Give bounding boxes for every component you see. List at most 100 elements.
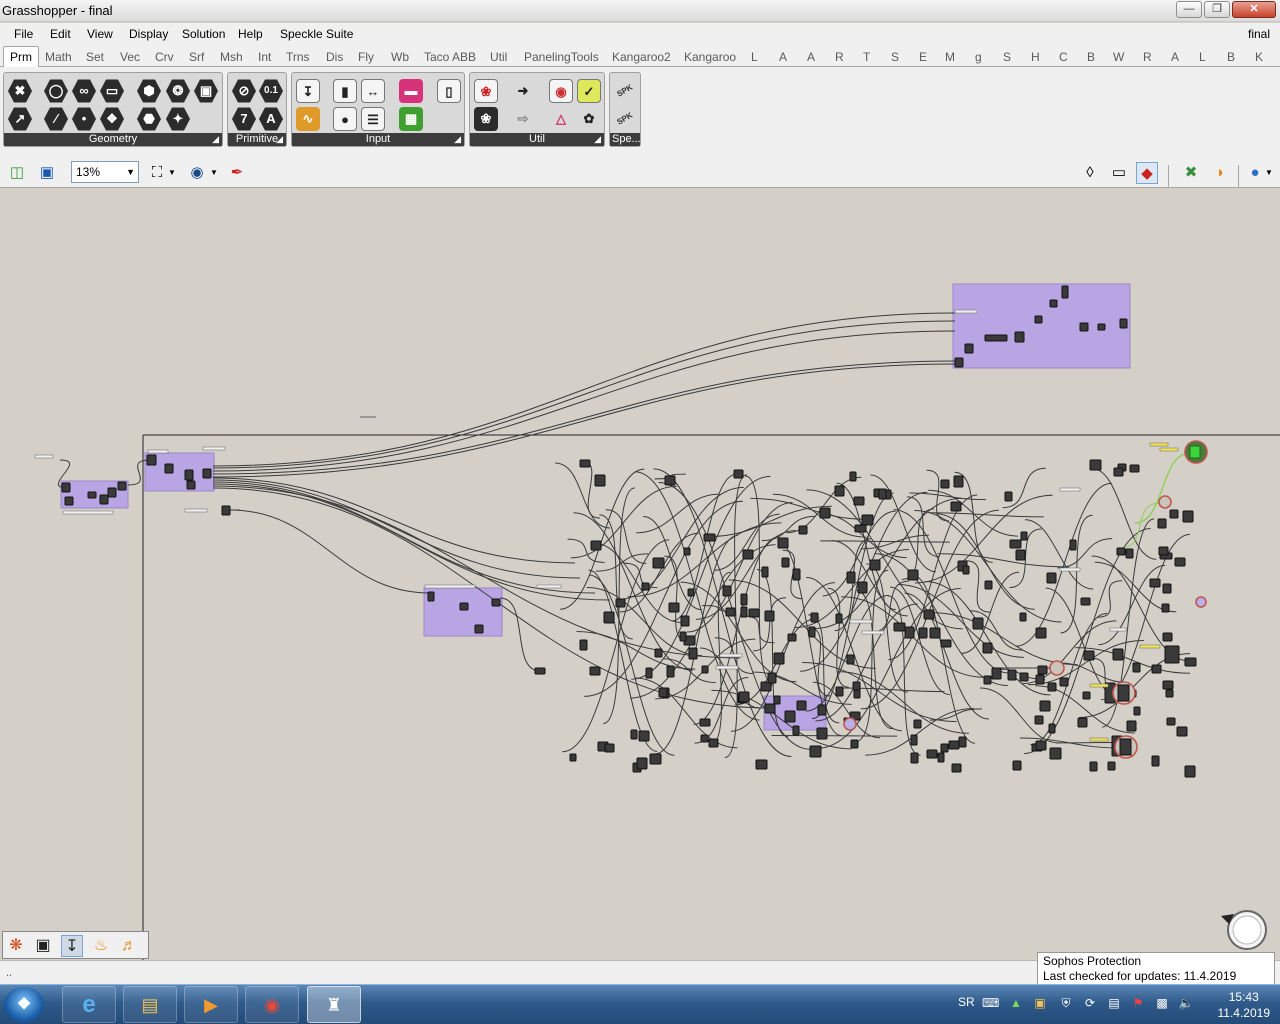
tray-app-icon[interactable]: ▣ xyxy=(1032,995,1048,1011)
gradient-icon[interactable]: ▬ xyxy=(399,79,423,103)
keyboard-icon[interactable]: ⌨ xyxy=(982,995,999,1011)
tab-r[interactable]: R xyxy=(835,50,844,64)
tab-e[interactable]: E xyxy=(919,50,927,64)
grasshopper-canvas[interactable] xyxy=(0,188,1280,960)
tab-math[interactable]: Math xyxy=(45,50,72,64)
tab-m[interactable]: M xyxy=(945,50,955,64)
chevron-down-icon[interactable]: ▼ xyxy=(166,162,178,184)
tab-kangaroo2[interactable]: Kangaroo2 xyxy=(612,50,671,64)
mesh-param-icon[interactable]: ❂ xyxy=(166,79,190,103)
tab-a[interactable]: A xyxy=(779,50,787,64)
shield-icon[interactable]: ⛨ xyxy=(1058,995,1074,1011)
tab-panelingtools[interactable]: PanelingTools xyxy=(524,50,599,64)
expand-arrow-icon[interactable]: ◢ xyxy=(276,133,283,146)
value-list-icon[interactable]: ☰ xyxy=(361,107,385,131)
slider-icon[interactable]: ↔ xyxy=(361,79,385,103)
tab-taco-abb[interactable]: Taco ABB xyxy=(424,50,476,64)
tab-dis[interactable]: Dis xyxy=(326,50,343,64)
node-graph[interactable] xyxy=(0,188,1280,960)
tab-h[interactable]: H xyxy=(1031,50,1040,64)
tab-l[interactable]: L xyxy=(751,50,758,64)
galapagos-icon[interactable]: ✓ xyxy=(577,79,601,103)
file-explorer-icon[interactable]: ▤ xyxy=(123,986,177,1023)
graph-mapper-icon[interactable]: ∿ xyxy=(296,107,320,131)
cluster-icon[interactable]: ❋ xyxy=(5,935,27,957)
point-param-icon[interactable]: • xyxy=(72,107,96,131)
language-indicator[interactable]: SR xyxy=(958,995,975,1009)
tab-util[interactable]: Util xyxy=(490,50,507,64)
curve-param-icon[interactable]: ∞ xyxy=(72,79,96,103)
tab-r2[interactable]: R xyxy=(1143,50,1152,64)
tab-t[interactable]: T xyxy=(863,50,870,64)
disable-icon[interactable]: ▣ xyxy=(32,935,54,957)
panel-icon[interactable]: ▯ xyxy=(437,79,461,103)
speckle-receive-icon[interactable]: SPK xyxy=(609,103,642,136)
cherry-picker-icon[interactable]: ❀ xyxy=(474,79,498,103)
menu-edit[interactable]: Edit xyxy=(50,27,71,41)
media-player-icon[interactable]: ▶ xyxy=(184,986,238,1023)
tab-set[interactable]: Set xyxy=(86,50,104,64)
plane-param-icon[interactable]: ❖ xyxy=(100,107,124,131)
box-param-icon[interactable]: ▭ xyxy=(100,79,124,103)
tab-kangaroo[interactable]: Kangaroo xyxy=(684,50,736,64)
tab-prm[interactable]: Prm xyxy=(3,46,39,68)
toggle-icon[interactable]: ▮ xyxy=(333,79,357,103)
chevron-down-icon[interactable]: ▼ xyxy=(1263,162,1275,184)
arrow-right-icon[interactable]: ➜ xyxy=(511,79,535,103)
tab-b2[interactable]: B xyxy=(1227,50,1235,64)
start-button-icon[interactable]: ❖ xyxy=(4,987,44,1023)
arc-param-icon[interactable]: ↗ xyxy=(8,107,32,131)
tab-c[interactable]: C xyxy=(1059,50,1068,64)
tab-fly[interactable]: Fly xyxy=(358,50,374,64)
preview-mesh-icon[interactable]: ◊ xyxy=(1079,162,1101,184)
menu-help[interactable]: Help xyxy=(238,27,263,41)
tab-a2[interactable]: A xyxy=(807,50,815,64)
field-param-icon[interactable]: ✦ xyxy=(166,107,190,131)
system-clock[interactable]: 15:43 11.4.2019 xyxy=(1218,989,1271,1021)
surface-param-icon[interactable]: ▣ xyxy=(194,79,218,103)
tab-b[interactable]: B xyxy=(1087,50,1095,64)
zoom-dropdown[interactable]: 13% ▼ xyxy=(71,161,139,183)
chevron-down-icon[interactable]: ▼ xyxy=(208,162,220,184)
tab-int[interactable]: Int xyxy=(258,50,271,64)
geometry-param-icon[interactable]: ✖ xyxy=(8,79,32,103)
speaker-icon[interactable]: ♬ xyxy=(118,935,140,957)
boolean-param-icon[interactable]: ⊘ xyxy=(232,79,256,103)
preview-eye-icon[interactable]: ◉ xyxy=(186,162,208,184)
tab-trns[interactable]: Trns xyxy=(286,50,310,64)
tab-srf[interactable]: Srf xyxy=(189,50,204,64)
tab-s2[interactable]: S xyxy=(1003,50,1011,64)
tab-s[interactable]: S xyxy=(891,50,899,64)
shaded-preview-icon[interactable]: ◆ xyxy=(1136,162,1158,184)
data-input-icon[interactable]: ↧ xyxy=(296,79,320,103)
tree-icon[interactable]: ❀ xyxy=(474,107,498,131)
save-file-icon[interactable]: ▣ xyxy=(36,162,58,184)
sync-icon[interactable]: ⟳ xyxy=(1082,995,1098,1011)
monitor-icon[interactable]: ▩ xyxy=(1154,995,1170,1011)
flag-icon[interactable]: ⚑ xyxy=(1130,995,1146,1011)
sketch-pen-icon[interactable]: ✒ xyxy=(226,162,248,184)
autodesk-icon[interactable]: ▲ xyxy=(1008,995,1024,1011)
number-param-icon[interactable]: 0.1 xyxy=(259,79,283,103)
internet-explorer-icon[interactable]: e xyxy=(62,986,116,1023)
tab-wb[interactable]: Wb xyxy=(391,50,409,64)
expand-arrow-icon[interactable]: ◢ xyxy=(212,133,219,146)
download-icon[interactable]: ↧ xyxy=(61,935,83,957)
network-icon[interactable]: ▤ xyxy=(1106,995,1122,1011)
material-icon[interactable]: ◑ xyxy=(1208,162,1230,184)
line-param-icon[interactable]: ∕ xyxy=(44,107,68,131)
arrow-outline-icon[interactable]: ⇨ xyxy=(511,107,535,131)
close-button[interactable]: ✕ xyxy=(1232,1,1276,18)
cluster-icon[interactable]: ✿ xyxy=(577,107,601,131)
chrome-icon[interactable]: ◉ xyxy=(245,986,299,1023)
tab-k[interactable]: K xyxy=(1255,50,1263,64)
tab-l2[interactable]: L xyxy=(1199,50,1206,64)
menu-view[interactable]: View xyxy=(87,27,113,41)
fitness-icon[interactable]: ◉ xyxy=(549,79,573,103)
menu-solution[interactable]: Solution xyxy=(182,27,225,41)
flask-icon[interactable]: △ xyxy=(549,107,573,131)
button-icon[interactable]: ● xyxy=(333,107,357,131)
tab-vec[interactable]: Vec xyxy=(120,50,140,64)
tab-g[interactable]: g xyxy=(975,50,982,64)
text-param-icon[interactable]: A xyxy=(259,107,283,131)
